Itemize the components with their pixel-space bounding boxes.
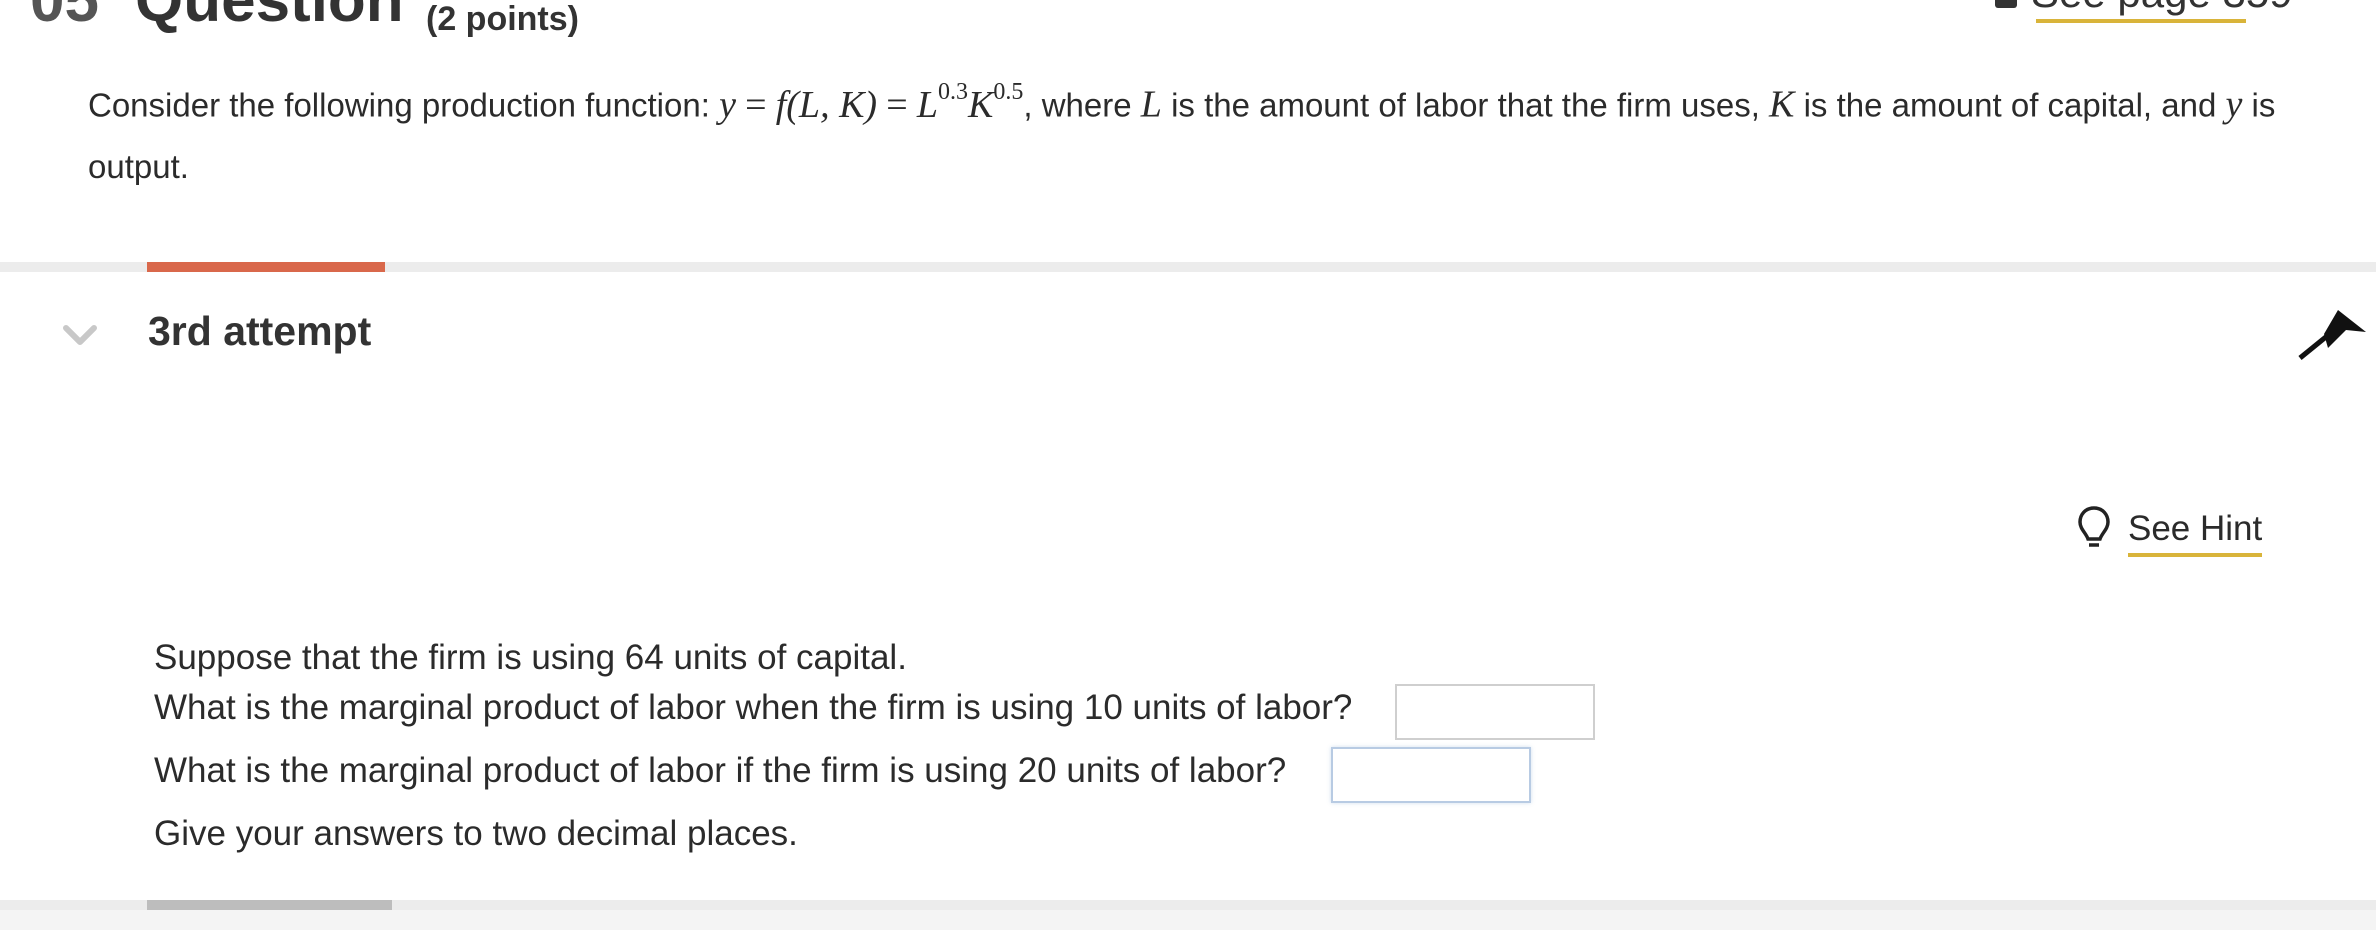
question-context: Suppose that the firm is using 64 units … — [154, 638, 907, 677]
prompt-intro: Consider the following production functi… — [88, 86, 710, 124]
question-number: 05 — [30, 0, 99, 35]
question-1-label: What is the marginal product of labor wh… — [154, 688, 1353, 727]
footer-area — [0, 910, 2376, 930]
answer-1-input[interactable] — [1395, 684, 1595, 740]
answer-2-input[interactable] — [1331, 747, 1531, 803]
attempt-tab-active[interactable] — [147, 262, 385, 272]
pin-icon[interactable] — [2298, 302, 2370, 362]
question-title: Question — [135, 0, 404, 35]
bottom-tab-indicator — [147, 900, 392, 910]
instruction-text: Give your answers to two decimal places. — [154, 814, 798, 853]
see-page-underline — [2036, 19, 2246, 23]
question-points: (2 points) — [426, 0, 579, 38]
lightbulb-icon[interactable] — [2077, 505, 2111, 551]
attempt-title: 3rd attempt — [148, 308, 372, 354]
see-page-label: See page 359 — [2031, 0, 2293, 16]
question-prompt: Consider the following production functi… — [88, 79, 2276, 185]
see-hint-underline — [2128, 553, 2262, 557]
see-page-link[interactable]: See page 359 — [1995, 0, 2293, 14]
chevron-down-icon[interactable] — [62, 318, 98, 354]
see-hint-link[interactable]: See Hint — [2128, 508, 2262, 550]
book-icon — [1995, 0, 2017, 8]
production-formula: y = f(L, K) = L0.3K0.5 — [719, 79, 1024, 126]
question-2-label: What is the marginal product of labor if… — [154, 751, 1287, 790]
